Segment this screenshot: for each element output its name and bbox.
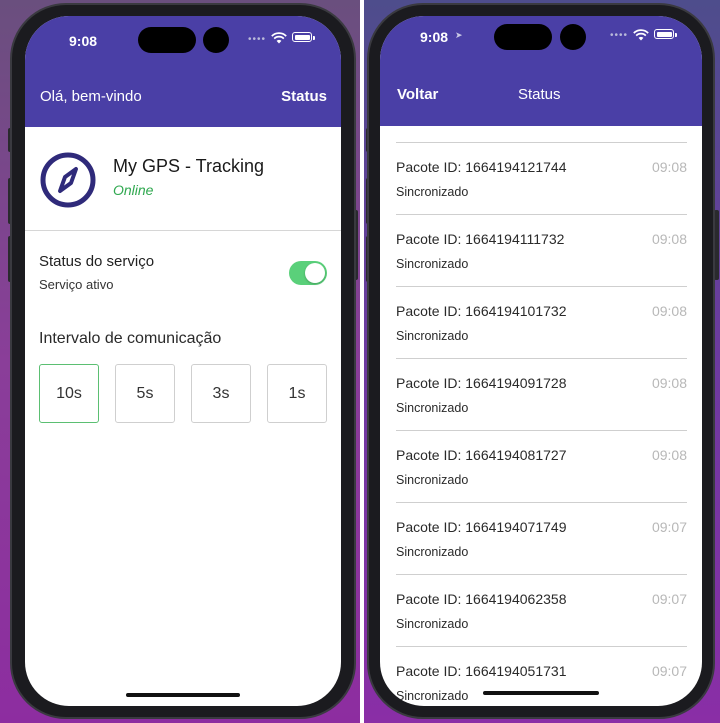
packet-id: Pacote ID: 1664194081727 — [396, 447, 567, 463]
status-bar: 9:08 ➤ •••• — [380, 16, 702, 72]
list-item: Pacote ID: 1664194051731 09:07 Sincroniz… — [396, 646, 687, 706]
home-indicator — [126, 693, 240, 697]
camera-icon — [203, 27, 229, 53]
list-item: Pacote ID: 1664194071749 09:07 Sincroniz… — [396, 502, 687, 574]
battery-icon — [292, 32, 315, 42]
packet-id: Pacote ID: 1664194121744 — [396, 159, 567, 175]
packet-time: 09:08 — [651, 231, 687, 247]
page-title: Status — [518, 86, 561, 103]
packet-time: 09:08 — [651, 303, 687, 319]
wifi-icon — [633, 28, 649, 46]
packet-status: Sincronizado — [396, 329, 469, 343]
packet-status: Sincronizado — [396, 401, 469, 415]
packet-id: Pacote ID: 1664194051731 — [396, 663, 567, 679]
greeting-text: Olá, bem-vindo — [40, 88, 142, 105]
interval-option-3s[interactable]: 3s — [191, 364, 251, 423]
status-nav-button[interactable]: Status — [281, 88, 327, 105]
left-phone-screen: 9:08 •••• Olá, bem-vindo Status My GPS -… — [25, 16, 341, 706]
right-screenshot: 9:08 ➤ •••• Voltar Status Pacote ID: 166… — [364, 0, 720, 723]
back-button[interactable]: Voltar — [397, 86, 438, 103]
packet-status: Sincronizado — [396, 185, 469, 199]
packet-status: Sincronizado — [396, 473, 469, 487]
packet-id: Pacote ID: 1664194071749 — [396, 519, 567, 535]
service-status-title: Status do serviço — [39, 253, 155, 270]
left-phone-frame: 9:08 •••• Olá, bem-vindo Status My GPS -… — [10, 3, 356, 719]
packet-id: Pacote ID: 1664194062358 — [396, 591, 567, 607]
toggle-knob — [305, 263, 325, 283]
wifi-icon — [271, 31, 287, 49]
service-toggle[interactable] — [289, 261, 327, 285]
interval-option-5s[interactable]: 5s — [115, 364, 175, 423]
packet-time: 09:08 — [651, 375, 687, 391]
list-item: Pacote ID: 1664194062358 09:07 Sincroniz… — [396, 574, 687, 646]
packet-time: 09:08 — [651, 447, 687, 463]
packet-list[interactable]: Pacote ID: 1664194121744 09:08 Sincroniz… — [380, 126, 702, 706]
compass-icon — [40, 152, 96, 208]
packet-status: Sincronizado — [396, 689, 469, 703]
status-bar: 9:08 •••• — [25, 16, 341, 72]
list-item: Pacote ID: 1664194091728 09:08 Sincroniz… — [396, 358, 687, 430]
signal-icon: •••• — [248, 34, 267, 45]
list-item: Pacote ID: 1664194121744 09:08 Sincroniz… — [396, 142, 687, 214]
left-screenshot: 9:08 •••• Olá, bem-vindo Status My GPS -… — [0, 0, 360, 723]
camera-icon — [560, 24, 586, 50]
packet-id: Pacote ID: 1664194091728 — [396, 375, 567, 391]
app-name: My GPS - Tracking — [113, 156, 265, 176]
app-header: My GPS - Tracking Online — [25, 127, 341, 231]
battery-icon — [654, 29, 677, 39]
right-phone-screen: 9:08 ➤ •••• Voltar Status Pacote ID: 166… — [380, 16, 702, 706]
right-phone-frame: 9:08 ➤ •••• Voltar Status Pacote ID: 166… — [367, 3, 715, 719]
top-bar: 9:08 ➤ •••• Voltar Status — [380, 16, 702, 126]
interval-option-1s[interactable]: 1s — [267, 364, 327, 423]
list-item: Pacote ID: 1664194111732 09:08 Sincroniz… — [396, 214, 687, 286]
packet-id: Pacote ID: 1664194101732 — [396, 303, 567, 319]
top-bar: 9:08 •••• Olá, bem-vindo Status — [25, 16, 341, 127]
interval-option-10s[interactable]: 10s — [39, 364, 99, 423]
packet-status: Sincronizado — [396, 257, 469, 271]
packet-time: 09:07 — [651, 591, 687, 607]
status-time: 9:08 — [69, 33, 98, 49]
dynamic-island — [138, 27, 196, 53]
packet-status: Sincronizado — [396, 545, 469, 559]
location-arrow-icon: ➤ — [455, 30, 463, 40]
home-indicator — [483, 691, 599, 695]
packet-id: Pacote ID: 1664194111732 — [396, 231, 565, 247]
list-item: Pacote ID: 1664194101732 09:08 Sincroniz… — [396, 286, 687, 358]
packet-time: 09:07 — [651, 519, 687, 535]
status-time: 9:08 — [420, 29, 449, 45]
home-content: My GPS - Tracking Online Status do servi… — [25, 127, 341, 706]
interval-title: Intervalo de comunicação — [39, 330, 222, 347]
packet-time: 09:08 — [651, 159, 687, 175]
dynamic-island — [494, 24, 552, 50]
packet-status: Sincronizado — [396, 617, 469, 631]
connection-status: Online — [113, 182, 154, 198]
signal-icon: •••• — [610, 30, 629, 41]
list-item: Pacote ID: 1664194081727 09:08 Sincroniz… — [396, 430, 687, 502]
service-status-subtitle: Serviço ativo — [39, 277, 114, 292]
packet-time: 09:07 — [651, 663, 687, 679]
